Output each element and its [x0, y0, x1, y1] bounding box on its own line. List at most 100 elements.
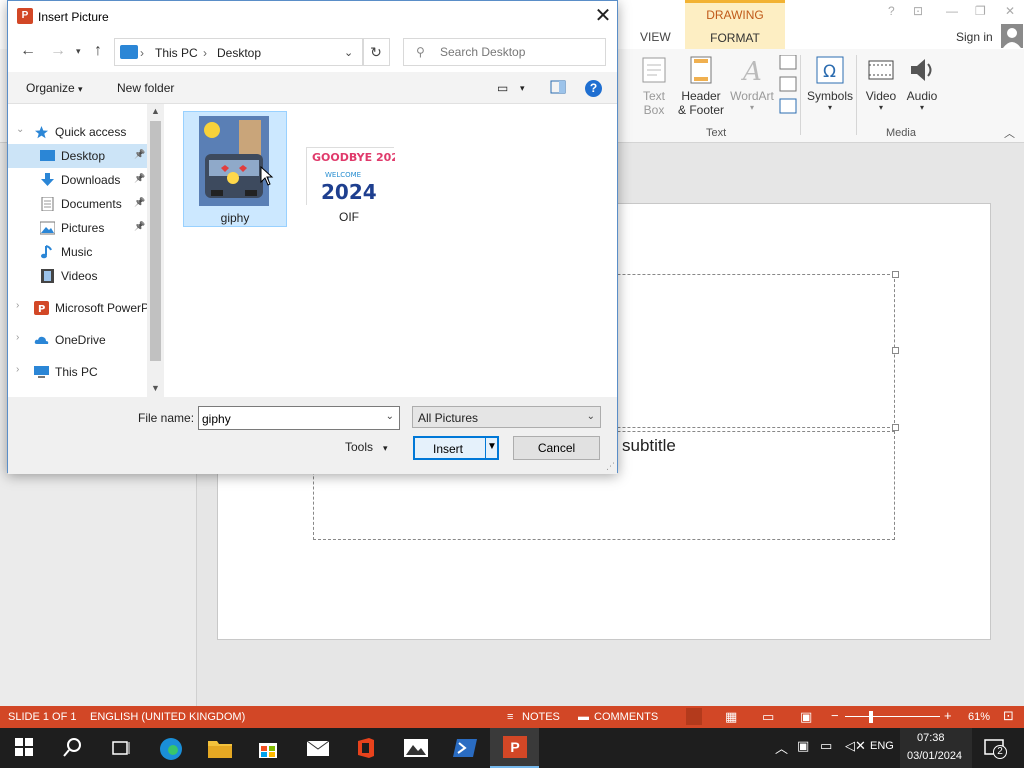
search-input[interactable]	[440, 44, 600, 60]
ribbon-display-options-icon[interactable]: ⊡	[913, 4, 923, 18]
zoom-slider-thumb[interactable]	[869, 711, 873, 723]
meet-now-icon[interactable]: ▣	[797, 738, 809, 754]
reading-view-icon[interactable]: ▭	[762, 709, 774, 725]
text-box-button[interactable]: Text Box	[636, 55, 672, 117]
nav-item-desktop[interactable]: Desktop 📌	[8, 144, 148, 168]
slide-sorter-icon[interactable]: ▦	[725, 709, 737, 725]
file-name-combobox[interactable]: ⌄	[198, 406, 400, 430]
wordart-button[interactable]: A WordArt ▾	[728, 55, 776, 112]
symbols-button[interactable]: Ω Symbols ▾	[806, 55, 854, 112]
tools-button[interactable]: Tools ▾	[345, 440, 388, 454]
expand-chevron-icon[interactable]: ›	[16, 364, 19, 375]
up-arrow-icon[interactable]: ↑	[94, 42, 102, 60]
powerpoint-taskbar-button[interactable]: P	[490, 728, 539, 768]
forward-arrow-icon[interactable]: →	[50, 42, 66, 60]
nav-item-videos[interactable]: Videos	[8, 264, 148, 288]
header-footer-button[interactable]: Header & Footer	[676, 55, 726, 117]
file-type-select[interactable]: All Pictures ⌄	[412, 406, 601, 428]
clock[interactable]: 07:38 03/01/2024	[900, 728, 972, 768]
expand-chevron-icon[interactable]: ›	[16, 300, 19, 311]
tab-view[interactable]: VIEW	[640, 30, 671, 44]
back-arrow-icon[interactable]: ←	[20, 42, 36, 60]
close-icon[interactable]: ✕	[1005, 4, 1015, 18]
nav-item-documents[interactable]: Documents 📌	[8, 192, 148, 216]
input-language[interactable]: ENG	[870, 740, 894, 752]
nav-item-quick-access[interactable]: ⌄ Quick access	[8, 120, 148, 144]
windows-start-icon[interactable]	[13, 736, 37, 760]
notes-button[interactable]: NOTES	[522, 711, 560, 723]
nav-pane-scrollbar[interactable]: ▲ ▼	[147, 104, 164, 397]
search-box[interactable]: ⚲	[403, 38, 606, 66]
new-folder-button[interactable]: New folder	[117, 81, 174, 95]
preview-pane-icon[interactable]	[550, 80, 566, 97]
file-item-oif[interactable]: GOODBYE 2023 WELCOME 2024 OIF	[297, 111, 407, 227]
scrollbar-thumb[interactable]	[150, 121, 161, 361]
collapse-ribbon-icon[interactable]: ︿	[1004, 125, 1015, 141]
help-icon[interactable]: ?	[888, 4, 895, 18]
slideshow-icon[interactable]: ▣	[800, 709, 812, 725]
collapse-chevron-icon[interactable]: ⌄	[16, 124, 24, 135]
audio-button[interactable]: Audio ▾	[903, 55, 941, 112]
zoom-level[interactable]: 61%	[968, 711, 990, 723]
breadcrumb-this-pc[interactable]: This PC	[155, 46, 198, 60]
file-name-input[interactable]	[202, 411, 377, 426]
powershell-icon[interactable]	[452, 736, 477, 760]
recent-locations-chevron-icon[interactable]: ▾	[76, 46, 81, 57]
insert-button[interactable]: Insert ▼	[413, 436, 499, 460]
file-explorer-icon[interactable]	[207, 736, 232, 760]
network-icon[interactable]: ▭	[820, 738, 832, 754]
scroll-up-arrow-icon[interactable]: ▲	[151, 106, 160, 116]
svg-text:A: A	[741, 57, 762, 85]
video-button[interactable]: Video ▾	[862, 55, 900, 112]
task-view-icon[interactable]	[109, 736, 133, 760]
scroll-down-arrow-icon[interactable]: ▼	[151, 383, 160, 393]
nav-item-pictures[interactable]: Pictures 📌	[8, 216, 148, 240]
search-icon[interactable]	[61, 736, 85, 760]
expand-chevron-icon[interactable]: ›	[16, 332, 19, 343]
fit-slide-icon[interactable]: ⊡	[1003, 708, 1014, 724]
resize-grip-icon[interactable]: ⋰	[606, 461, 615, 472]
chevron-down-icon[interactable]: ⌄	[386, 411, 394, 422]
zoom-slider[interactable]	[845, 716, 940, 717]
comments-button[interactable]: COMMENTS	[594, 711, 658, 723]
volume-muted-icon[interactable]: ◁✕	[845, 738, 866, 754]
help-icon[interactable]: ?	[585, 80, 602, 97]
notification-center-icon[interactable]: 2	[983, 737, 1007, 759]
language-indicator[interactable]: ENGLISH (UNITED KINGDOM)	[90, 711, 245, 723]
nav-item-music[interactable]: Music	[8, 240, 148, 264]
address-bar[interactable]: › This PC › Desktop ⌄	[114, 38, 364, 66]
zoom-in-icon[interactable]: +	[944, 708, 952, 723]
user-avatar-icon[interactable]	[1001, 24, 1023, 48]
microsoft-store-icon[interactable]	[256, 736, 280, 760]
file-type-value: All Pictures	[418, 411, 479, 425]
cancel-button[interactable]: Cancel	[513, 436, 600, 460]
normal-view-icon[interactable]	[686, 708, 702, 725]
tab-format[interactable]: FORMAT	[685, 27, 785, 49]
change-view-icon[interactable]: ▭	[497, 81, 508, 95]
insert-options-chevron-icon[interactable]: ▼	[487, 441, 497, 452]
organize-button[interactable]: Organize ▾	[26, 81, 83, 95]
date-time-buttons[interactable]	[778, 54, 798, 118]
dialog-close-button[interactable]: ✕	[592, 5, 614, 27]
breadcrumb-desktop[interactable]: Desktop	[217, 46, 261, 60]
restore-icon[interactable]: ❐	[975, 4, 986, 18]
resize-handle[interactable]	[892, 347, 899, 354]
nav-item-this-pc[interactable]: › This PC	[8, 360, 148, 384]
edge-browser-icon[interactable]	[158, 736, 182, 760]
show-hidden-icons-chevron-icon[interactable]: ︿	[775, 738, 788, 757]
nav-item-microsoft-powerp[interactable]: › P Microsoft PowerP	[8, 296, 149, 320]
nav-item-downloads[interactable]: Downloads 📌	[8, 168, 148, 192]
address-dropdown-chevron-icon[interactable]: ⌄	[344, 46, 353, 59]
resize-handle[interactable]	[892, 271, 899, 278]
nav-item-onedrive[interactable]: › OneDrive	[8, 328, 148, 352]
resize-handle[interactable]	[892, 424, 899, 431]
minimize-icon[interactable]: —	[946, 4, 958, 18]
breadcrumb-separator-icon: ›	[140, 46, 144, 60]
view-options-chevron-icon[interactable]: ▾	[520, 83, 525, 94]
office-icon[interactable]	[354, 736, 378, 760]
zoom-out-icon[interactable]: −	[831, 708, 839, 723]
photos-icon[interactable]	[403, 736, 428, 760]
sign-in-link[interactable]: Sign in	[956, 30, 993, 44]
mail-icon[interactable]	[305, 736, 330, 760]
refresh-button[interactable]: ↻	[362, 38, 390, 66]
